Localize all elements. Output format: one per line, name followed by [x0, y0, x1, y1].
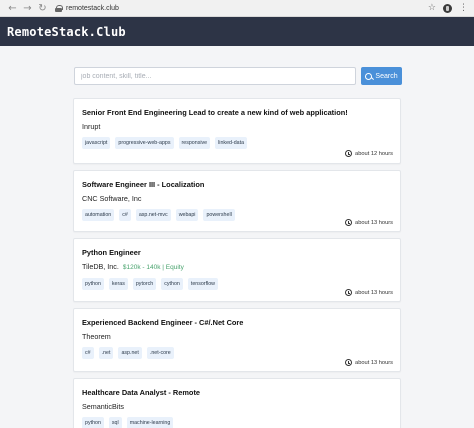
job-card[interactable]: Software Engineer III - Localization CNC… [73, 170, 401, 232]
job-tag[interactable]: c# [119, 209, 131, 221]
site-header: RemoteStack.Club [0, 17, 474, 46]
job-company: Theorem [82, 332, 111, 341]
job-tags: c# .net asp.net .net-core [82, 347, 393, 359]
job-company: SemanticBits [82, 402, 124, 411]
job-title[interactable]: Experienced Backend Engineer - C#/.Net C… [82, 318, 393, 328]
job-tag[interactable]: keras [108, 278, 128, 290]
address-bar[interactable]: remotestack.club [55, 2, 428, 14]
job-title[interactable]: Software Engineer III - Localization [82, 180, 393, 190]
job-posted-time-label: about 12 hours [355, 150, 393, 157]
job-card[interactable]: Experienced Backend Engineer - C#/.Net C… [73, 308, 401, 372]
job-tag[interactable]: asp.net [118, 347, 142, 359]
job-tag[interactable]: .net-core [146, 347, 174, 359]
site-logo[interactable]: RemoteStack.Club [7, 25, 126, 39]
job-company: Inrupt [82, 122, 101, 131]
job-tag[interactable]: powershell [203, 209, 235, 221]
lock-icon [55, 4, 63, 12]
job-title[interactable]: Senior Front End Engineering Lead to cre… [82, 108, 393, 118]
job-company-name: TileDB, Inc. [82, 262, 119, 271]
forward-arrow-icon[interactable]: → [21, 2, 34, 15]
back-arrow-icon[interactable]: ← [6, 2, 19, 15]
browser-toolbar: ← → ↻ remotestack.club ☆ ⋮ [0, 0, 474, 17]
job-posted-time: about 12 hours [345, 150, 393, 157]
address-bar-url: remotestack.club [66, 4, 119, 12]
job-posted-time: about 13 hours [345, 219, 393, 226]
job-title[interactable]: Healthcare Data Analyst - Remote [82, 388, 393, 398]
job-tags: python sql machine-learning [82, 417, 393, 428]
search-button-label: Search [375, 72, 398, 80]
job-tag[interactable]: asp.net-mvc [135, 209, 171, 221]
reload-icon[interactable]: ↻ [36, 2, 49, 15]
clock-icon [345, 359, 353, 366]
search-bar: Search [74, 67, 402, 85]
browser-menu-icon[interactable]: ⋮ [459, 3, 468, 13]
job-card[interactable]: Healthcare Data Analyst - Remote Semanti… [73, 378, 401, 428]
job-tag[interactable]: linked-data [215, 137, 248, 149]
job-tag[interactable]: machine-learning [126, 417, 174, 428]
job-company: CNC Software, Inc [82, 194, 142, 203]
job-posted-time: about 13 hours [345, 289, 393, 296]
search-button[interactable]: Search [361, 67, 402, 85]
job-tag[interactable]: pytorch [132, 278, 157, 290]
job-posted-time-label: about 13 hours [355, 289, 393, 296]
job-posted-time-label: about 13 hours [355, 219, 393, 226]
job-salary: $120k - 140k | Equity [122, 264, 184, 271]
job-posted-time: about 13 hours [345, 359, 393, 366]
search-input[interactable] [74, 67, 356, 85]
job-list: Senior Front End Engineering Lead to cre… [73, 98, 401, 428]
job-tag[interactable]: automation [82, 209, 115, 221]
extension-icon[interactable] [443, 3, 452, 13]
job-title[interactable]: Python Engineer [82, 248, 393, 258]
job-tag[interactable]: progressive-web-apps [115, 137, 174, 149]
job-card[interactable]: Senior Front End Engineering Lead to cre… [73, 98, 401, 164]
job-company: TileDB, Inc. $120k - 140k | Equity [82, 262, 393, 273]
job-tag[interactable]: webapi [175, 209, 199, 221]
job-tag[interactable]: c# [82, 347, 94, 359]
bookmark-star-icon[interactable]: ☆ [428, 3, 436, 13]
job-tag[interactable]: .net [98, 347, 114, 359]
job-card[interactable]: Python Engineer TileDB, Inc. $120k - 140k… [73, 238, 401, 302]
job-tag[interactable]: python [82, 278, 104, 290]
job-tag[interactable]: javascript [82, 137, 111, 149]
clock-icon [345, 150, 353, 157]
job-tag[interactable]: tensorflow [187, 278, 218, 290]
job-tags: javascript progressive-web-apps responsi… [82, 137, 393, 149]
job-tag[interactable]: responsive [178, 137, 211, 149]
search-icon [365, 72, 373, 80]
job-tag[interactable]: cython [161, 278, 183, 290]
job-tag[interactable]: sql [108, 417, 122, 428]
clock-icon [345, 289, 353, 296]
clock-icon [345, 219, 353, 226]
job-tag[interactable]: python [82, 417, 104, 428]
job-posted-time-label: about 13 hours [355, 359, 393, 366]
